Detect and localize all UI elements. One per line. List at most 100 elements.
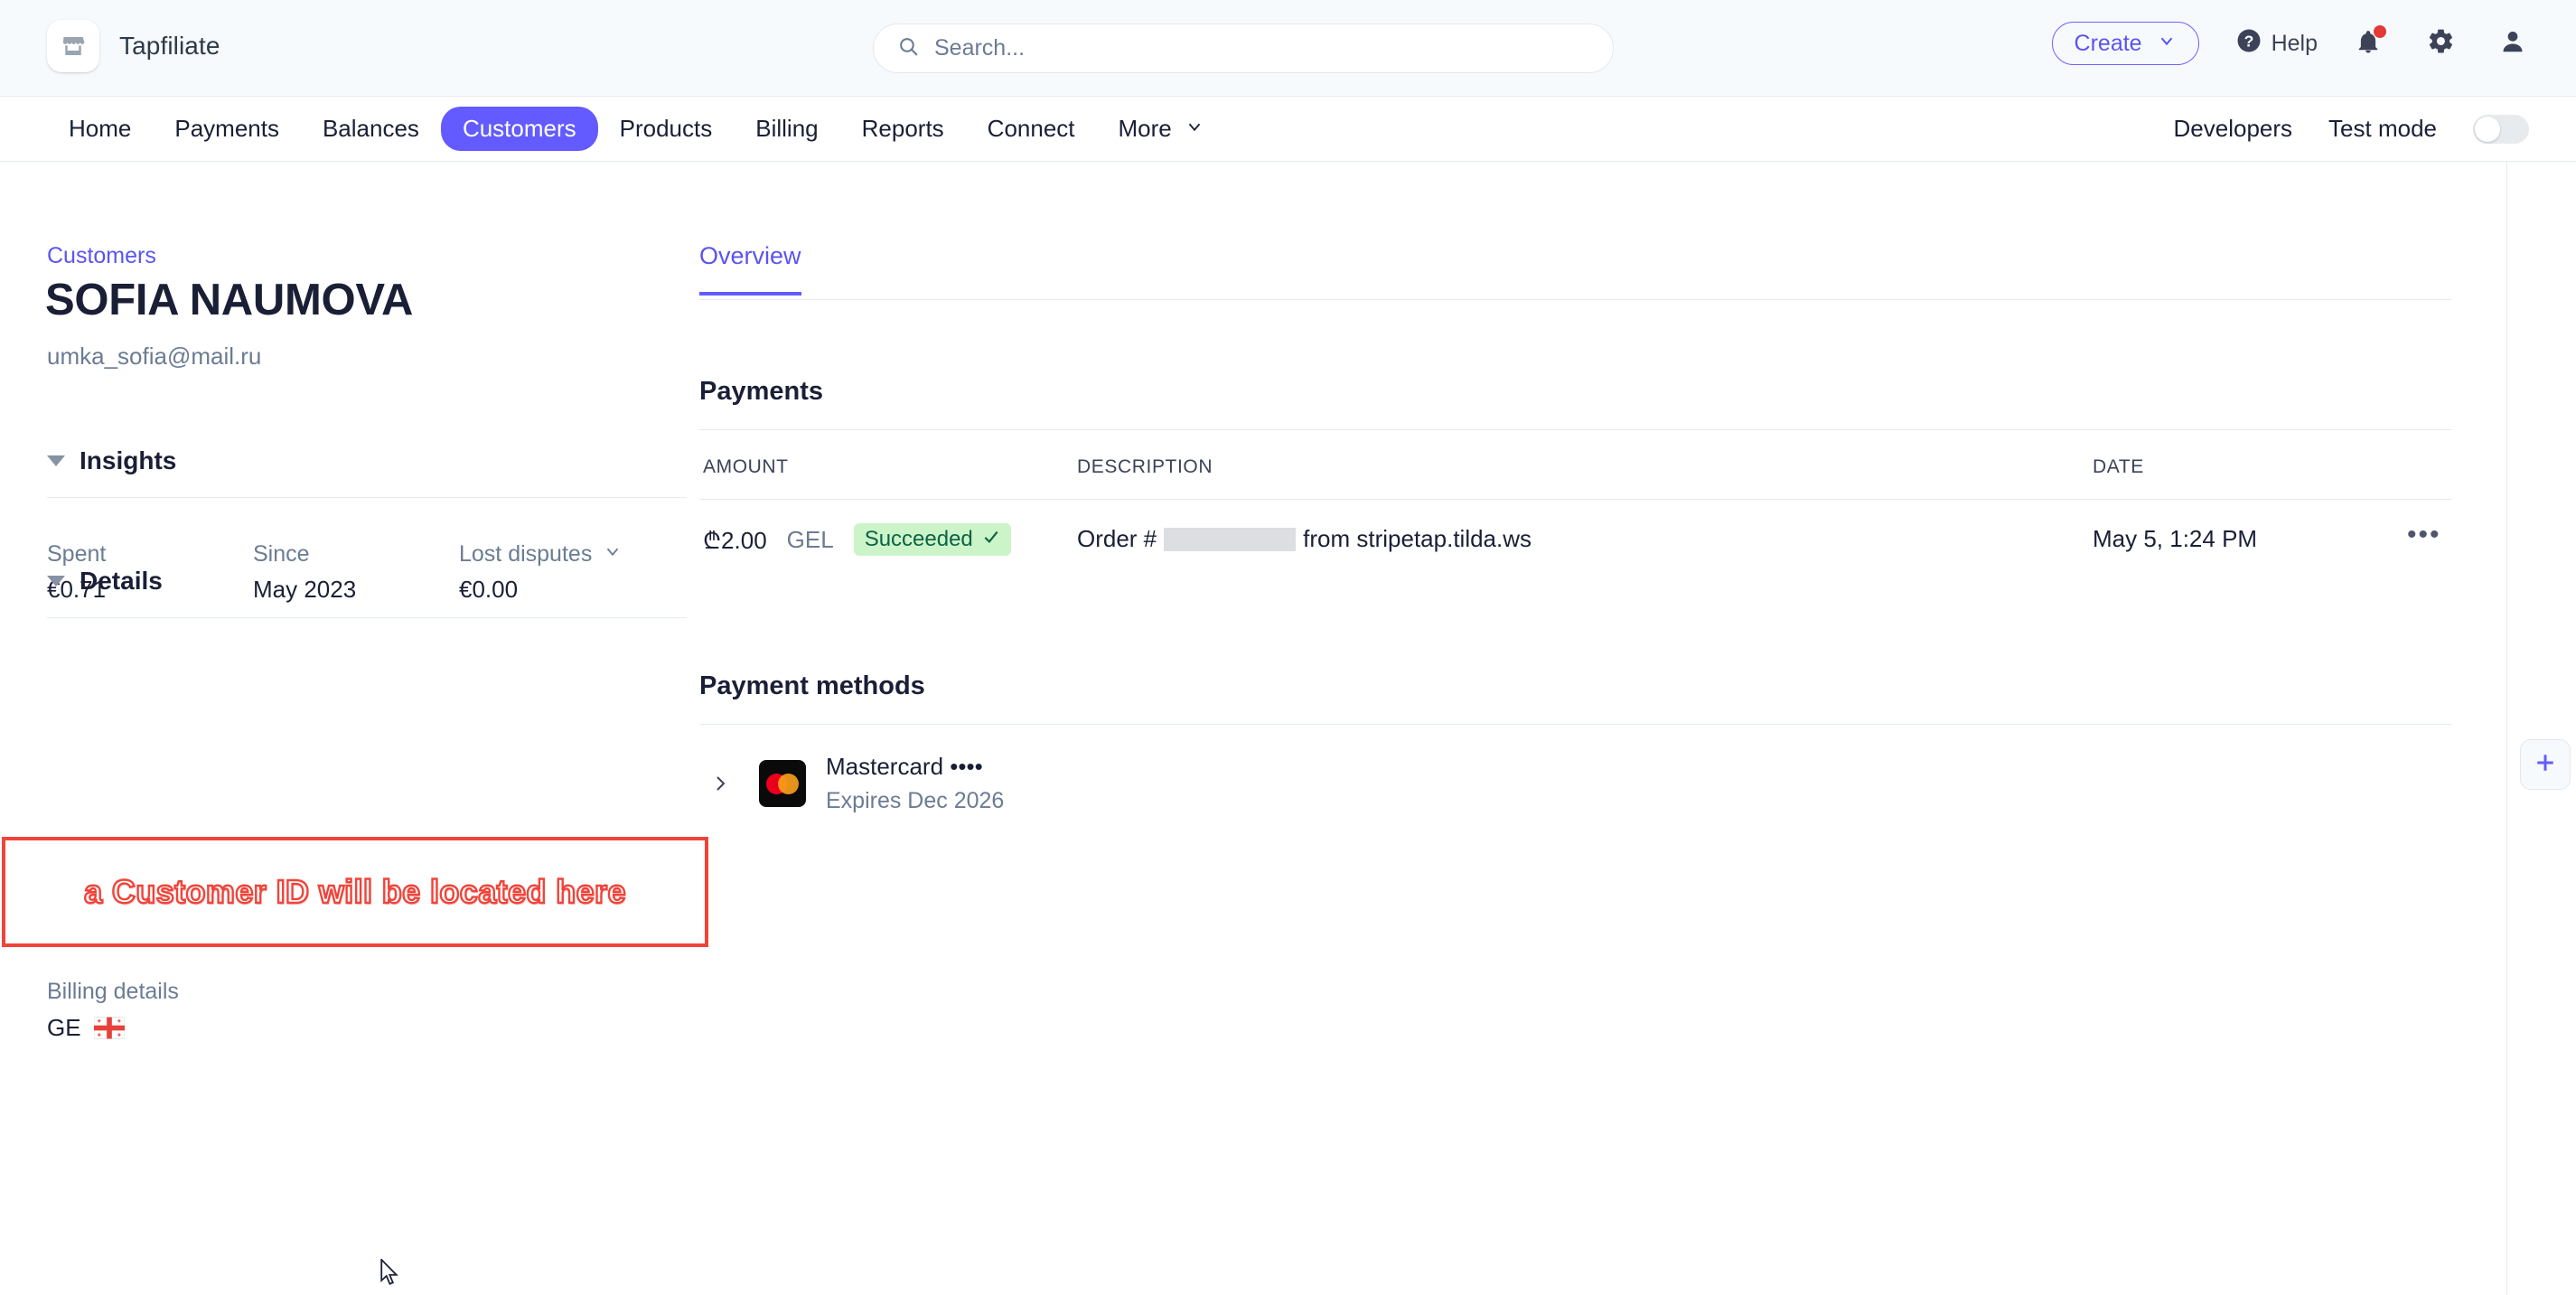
payment-description-cell: Order # from stripetap.tilda.ws [1077,525,1532,553]
nav-item-payments[interactable]: Payments [153,107,301,151]
notifications-button[interactable] [2347,22,2390,65]
insights-section-header[interactable]: Insights [47,446,176,475]
gear-icon [2427,27,2455,60]
mastercard-icon [759,760,806,807]
payment-date: May 5, 1:24 PM [2093,525,2258,552]
tab-bar: Overview [699,242,2452,300]
stat-label: Lost disputes [459,541,593,567]
stat-value: €0.00 [459,576,519,603]
chevron-down-icon [2157,31,2177,57]
test-mode-label: Test mode [2328,115,2437,142]
payment-methods-divider [699,724,2452,725]
details-divider [47,617,687,618]
payment-amount-cell: ₾2.00 GEL Succeeded [703,523,1011,556]
payment-methods-title: Payment methods [699,671,925,700]
payment-amount: ₾2.00 [703,527,767,554]
payment-description-suffix: from stripetap.tilda.ws [1303,525,1532,552]
nav-item-label: Reports [861,115,944,142]
brand[interactable]: Tapfiliate [47,20,220,72]
app-window: Tapfiliate Search... Create ? Help Home … [0,0,2576,1295]
nav-item-home[interactable]: Home [47,107,153,151]
breadcrumb[interactable]: Customers [47,243,156,269]
create-button[interactable]: Create [2051,22,2199,65]
nav-item-label: Connect [987,115,1075,142]
stat-label: Since [253,541,310,567]
create-button-label: Create [2074,30,2142,56]
payment-method-expiry: Expires Dec 2026 [826,788,1005,813]
payments-title-divider [699,429,2452,430]
help-button[interactable]: ? Help [2235,27,2318,61]
billing-details-label: Billing details [47,979,179,1004]
test-mode-toggle[interactable] [2473,114,2529,144]
payment-currency: GEL [786,525,834,553]
insights-divider [47,497,687,498]
payments-header-divider [699,499,2452,500]
chevron-down-icon [1185,115,1204,143]
list-item[interactable]: Mastercard •••• Expires Dec 2026 [699,753,1004,814]
top-bar-actions: Create ? Help [2051,22,2534,65]
svg-text:?: ? [2243,32,2253,50]
account-button[interactable] [2491,22,2534,65]
search-placeholder: Search... [934,35,1026,61]
check-icon [982,527,1000,552]
nav-item-label: Products [619,115,713,142]
plus-icon [2532,749,2559,781]
main-nav: Home Payments Balances Customers Product… [0,97,2576,162]
column-header-description: DESCRIPTION [1077,456,1213,477]
user-avatar-icon [2499,28,2526,60]
redacted-order-id [1164,527,1297,551]
search-icon [897,35,920,62]
nav-item-label: Customers [462,115,576,142]
payment-method-text: Mastercard •••• Expires Dec 2026 [826,753,1004,814]
customer-id-annotation-text: a Customer ID will be located here [83,872,627,911]
mouse-cursor [380,1257,400,1292]
details-section-header[interactable]: Details [47,567,163,596]
main-nav-items: Home Payments Balances Customers Product… [47,97,1226,161]
chevron-down-icon[interactable] [603,541,623,568]
developers-link[interactable]: Developers [2174,115,2293,143]
payment-method-title: Mastercard •••• [826,753,983,780]
top-bar: Tapfiliate Search... Create ? Help [0,0,2576,97]
nav-item-label: Billing [755,115,819,142]
customer-email: umka_sofia@mail.ru [47,343,262,370]
nav-item-label: More [1118,115,1172,142]
customer-id-annotation-box: a Customer ID will be located here [2,837,708,947]
notification-badge [2374,25,2386,38]
georgia-flag-icon [93,1017,126,1039]
main-nav-right: Developers Test mode [2174,97,2529,161]
nav-item-balances[interactable]: Balances [301,107,441,151]
nav-item-connect[interactable]: Connect [966,107,1097,151]
nav-item-more[interactable]: More [1097,107,1226,151]
chevron-right-icon[interactable] [699,773,741,794]
billing-details-value: GE [47,1014,126,1042]
payments-title: Payments [699,377,824,406]
nav-item-products[interactable]: Products [598,107,735,151]
mastercard-orange-circle [778,774,799,794]
details-title: Details [80,567,163,595]
brand-name: Tapfiliate [119,32,220,60]
right-rail-divider [2506,162,2507,1295]
nav-item-reports[interactable]: Reports [840,107,966,151]
nav-item-billing[interactable]: Billing [734,107,839,151]
add-button[interactable] [2520,739,2571,790]
stat-lost-disputes[interactable]: Lost disputes €0.00 [459,541,665,604]
insights-title: Insights [80,446,177,474]
nav-item-customers[interactable]: Customers [440,107,598,151]
question-circle-icon: ? [2235,27,2262,61]
stat-since: Since May 2023 [253,541,459,604]
overflow-menu-icon[interactable]: ••• [2407,521,2441,549]
column-header-date: DATE [2093,456,2144,477]
nav-item-label: Balances [322,115,419,142]
caret-down-icon [47,455,65,466]
stat-label-row: Lost disputes [459,541,665,568]
stat-value: May 2023 [253,576,357,603]
column-header-amount: AMOUNT [703,456,789,477]
help-button-label: Help [2271,30,2318,56]
status-badge-label: Succeeded [864,527,973,551]
test-mode-toggle-knob [2475,116,2500,142]
tab-overview[interactable]: Overview [699,242,801,296]
search-input[interactable]: Search... [873,23,1614,73]
table-row[interactable]: ₾2.00 GEL Succeeded Order # from stripet… [699,521,2452,579]
caret-down-icon [47,576,65,587]
settings-button[interactable] [2419,22,2462,65]
